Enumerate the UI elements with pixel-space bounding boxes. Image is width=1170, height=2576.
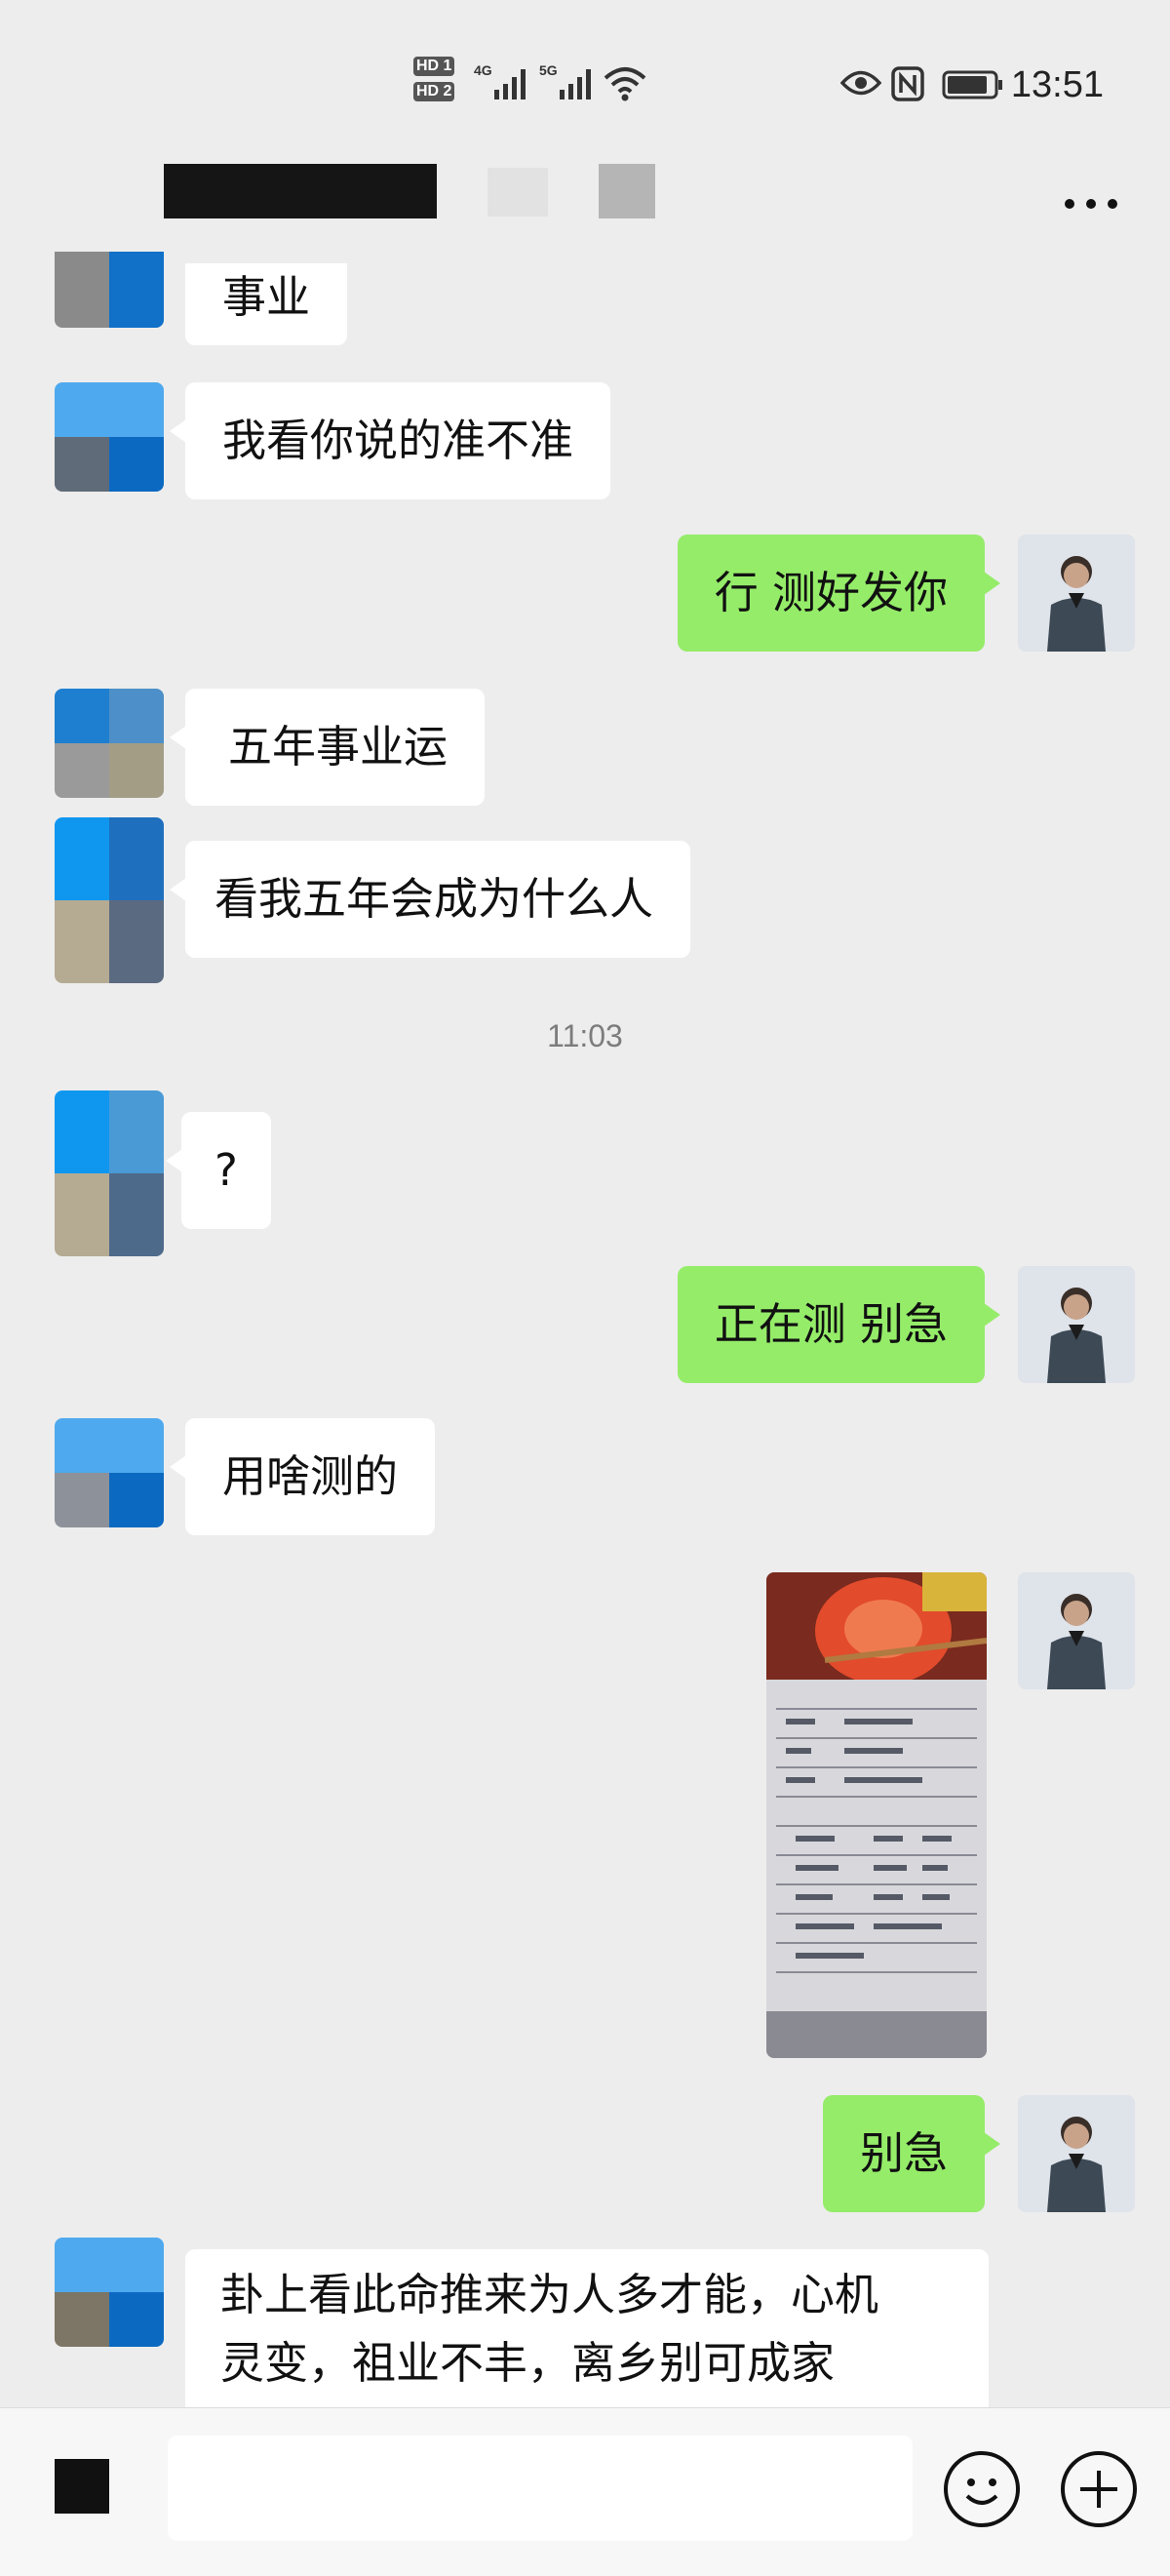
message-timestamp: 11:03 [547,1018,623,1053]
voice-icon[interactable] [55,2459,109,2514]
net1-label: 4G [474,62,492,78]
signal2-icon [558,64,597,105]
photo-message[interactable] [766,1572,987,2058]
emoji-icon[interactable] [944,2451,1020,2527]
message-bubble[interactable]: ? [166,1112,271,1229]
message-bubble[interactable]: 五年事业运 [169,689,486,806]
my-avatar[interactable] [1018,1572,1135,1689]
plus-icon[interactable] [1061,2451,1137,2527]
hd-indicators: HD 1 HD 2 [413,57,455,101]
hd1-badge: HD 1 [413,57,455,76]
contact-avatar[interactable] [55,2238,164,2347]
input-bar [0,2407,1170,2576]
message-bubble[interactable]: 卦上看此命推来为人多才能，心机 灵变，祖业不丰，离乡别可成家 [185,2249,989,2407]
eye-icon [839,68,882,101]
contact-name-redacted-2 [488,168,548,217]
my-avatar[interactable] [1018,535,1135,652]
message-bubble-self[interactable]: 别急 [822,2095,1001,2212]
my-avatar[interactable] [1018,1266,1135,1383]
clock-time: 13:51 [1010,64,1104,105]
message-input[interactable] [168,2436,913,2541]
nfc-icon [891,66,924,105]
message-bubble[interactable]: 看我五年会成为什么人 [169,841,691,958]
message-line: 灵变，祖业不丰，离乡别可成家 [220,2337,836,2389]
more-icon[interactable] [1063,174,1119,213]
battery-icon [942,70,1004,103]
hd2-badge: HD 2 [413,82,455,101]
contact-name-redacted-3 [599,164,655,218]
message-bubble-self[interactable]: 行 测好发你 [677,535,1001,652]
status-bar: HD 1 HD 2 4G 5G 13:51 [0,0,1170,156]
contact-avatar[interactable] [55,1418,164,1527]
contact-avatar[interactable] [55,1090,164,1256]
wifi-icon [603,64,647,107]
message-bubble[interactable]: 事业 [185,263,348,345]
contact-avatar[interactable] [55,817,164,983]
message-bubble[interactable]: 我看你说的准不准 [169,382,611,499]
message-bubble-self[interactable]: 正在测 别急 [677,1266,1001,1383]
contact-avatar[interactable] [55,382,164,492]
contact-avatar[interactable] [55,689,164,798]
contact-avatar[interactable] [55,252,164,328]
net2-label: 5G [539,62,558,78]
message-bubble[interactable]: 用啥测的 [169,1418,436,1535]
my-avatar[interactable] [1018,2095,1135,2212]
signal1-icon [492,64,531,105]
contact-name-redacted [164,164,437,218]
chat-header [0,156,1170,273]
message-line: 卦上看此命推来为人多才能，心机 [220,2269,879,2320]
